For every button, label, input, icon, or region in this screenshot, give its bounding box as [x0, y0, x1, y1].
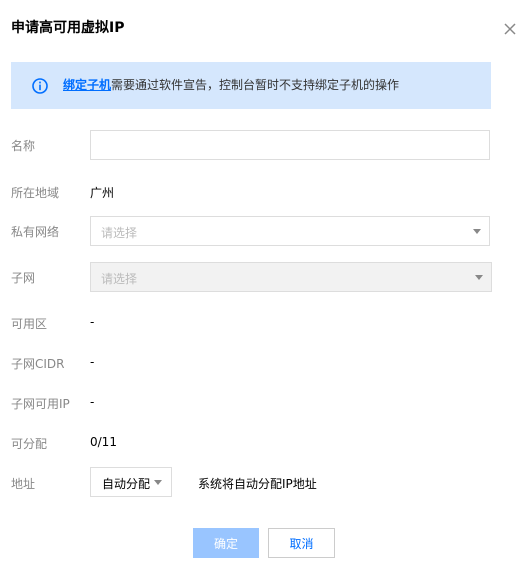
notice-message: 需要通过软件宣告，控制台暂时不支持绑定子机的操作 [111, 78, 400, 92]
address-mode-select[interactable]: 自动分配 [90, 467, 172, 497]
dialog-title: 申请高可用虚拟IP [11, 20, 125, 36]
vpc-placeholder: 请选择 [101, 226, 138, 240]
chevron-down-icon [475, 275, 483, 280]
subnet-cidr-value: - [90, 355, 95, 369]
close-icon[interactable] [502, 21, 518, 37]
name-label: 名称 [11, 139, 36, 153]
address-mode-value: 自动分配 [102, 477, 151, 491]
name-input[interactable] [90, 130, 490, 160]
address-label: 地址 [11, 477, 36, 491]
cancel-button[interactable]: 取消 [268, 528, 335, 558]
address-hint: 系统将自动分配IP地址 [198, 477, 317, 491]
chevron-down-icon [473, 229, 481, 234]
subnet-label: 子网 [11, 271, 36, 285]
subnet-select[interactable]: 请选择 [90, 262, 492, 292]
bind-instance-link[interactable]: 绑定子机 [63, 78, 111, 92]
vpc-label: 私有网络 [11, 225, 60, 239]
notice-text: 绑定子机需要通过软件宣告，控制台暂时不支持绑定子机的操作 [63, 77, 399, 94]
chevron-down-icon [154, 480, 162, 485]
subnet-ip-value: - [90, 395, 95, 409]
subnet-placeholder: 请选择 [101, 272, 138, 286]
confirm-button[interactable]: 确定 [193, 528, 259, 558]
region-value: 广州 [90, 186, 115, 200]
info-icon [32, 78, 48, 94]
zone-value: - [90, 315, 95, 329]
allocatable-value: 0/11 [90, 435, 117, 449]
vpc-select[interactable]: 请选择 [90, 216, 490, 246]
subnet-cidr-label: 子网CIDR [11, 357, 65, 371]
subnet-ip-label: 子网可用IP [11, 397, 70, 411]
zone-label: 可用区 [11, 317, 48, 331]
notice-banner: 绑定子机需要通过软件宣告，控制台暂时不支持绑定子机的操作 [11, 62, 491, 109]
region-label: 所在地域 [11, 186, 60, 200]
allocatable-label: 可分配 [11, 437, 48, 451]
